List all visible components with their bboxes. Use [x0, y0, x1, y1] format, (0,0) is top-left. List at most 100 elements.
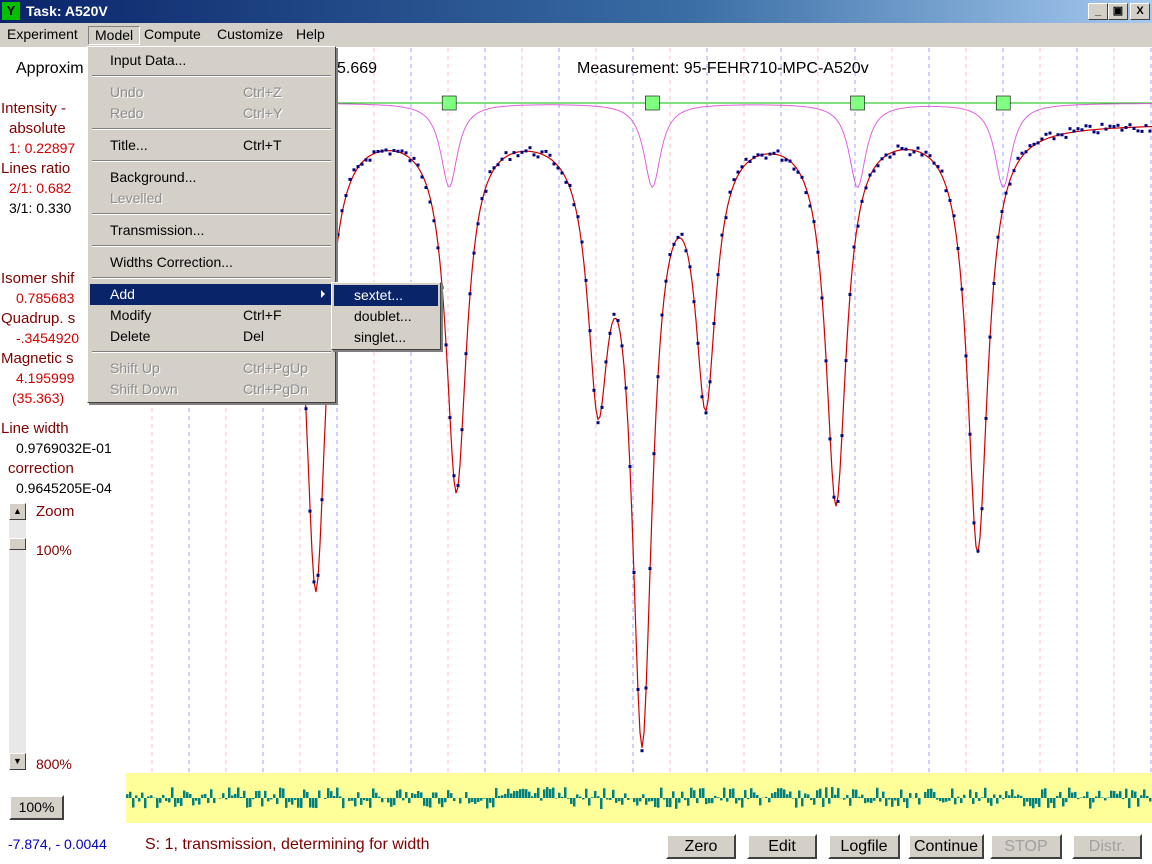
menu-widths-correction[interactable]: Widths Correction...: [90, 252, 333, 273]
menu-experiment[interactable]: Experiment: [1, 26, 84, 45]
menu-separator: [92, 213, 331, 215]
data-point: [772, 151, 776, 155]
menu-levelled[interactable]: Levelled: [90, 188, 333, 209]
correction-value[interactable]: 0.9645205E-04: [16, 480, 112, 496]
edit-button[interactable]: Edit: [747, 834, 817, 859]
ratio-3-value[interactable]: 3/1: 0.330: [9, 200, 71, 216]
zoom-up-button[interactable]: ▲: [9, 503, 26, 520]
data-point: [536, 155, 540, 159]
data-point: [452, 474, 456, 478]
menu-delete[interactable]: Delete Del: [90, 326, 333, 347]
residual-bar: [567, 798, 570, 799]
data-point: [976, 549, 980, 553]
residual-bar: [1110, 790, 1113, 798]
submenu-doublet[interactable]: doublet...: [334, 306, 438, 327]
residual-bar: [606, 798, 609, 800]
residual-bar: [1035, 798, 1038, 804]
submenu-arrow-icon: [321, 290, 325, 298]
submenu-sextet[interactable]: sextet...: [334, 285, 438, 306]
residual-bar: [798, 790, 801, 798]
residual-bar: [411, 793, 414, 798]
residual-bar: [1050, 798, 1053, 803]
residual-bar: [636, 798, 639, 806]
data-point: [816, 250, 820, 254]
quadrup-value[interactable]: -.3454920: [16, 330, 79, 346]
zoom-thumb[interactable]: [9, 538, 26, 550]
menu-undo[interactable]: Undo Ctrl+Z: [90, 82, 333, 103]
data-point: [820, 296, 824, 300]
close-button[interactable]: X: [1130, 3, 1150, 20]
data-point: [964, 354, 968, 358]
menu-help[interactable]: Help: [290, 26, 331, 45]
stop-button[interactable]: STOP: [990, 834, 1062, 859]
menu-add[interactable]: Add: [90, 284, 333, 305]
residual-bar: [993, 794, 996, 798]
data-point: [684, 249, 688, 253]
zoom-down-button[interactable]: ▼: [9, 753, 26, 770]
data-point: [1148, 129, 1152, 133]
data-point: [456, 484, 460, 487]
residual-bar: [957, 796, 960, 798]
ratio-2-value[interactable]: 2/1: 0.682: [9, 180, 71, 196]
intensity-value[interactable]: 1: 0.22897: [9, 140, 75, 156]
model-menu: Input Data... Undo Ctrl+Z Redo Ctrl+Y Titl…: [87, 46, 336, 403]
data-point: [628, 465, 632, 468]
residual-bar: [756, 794, 759, 798]
minimize-button[interactable]: _: [1088, 3, 1108, 20]
logfile-button[interactable]: Logfile: [828, 834, 900, 859]
menu-model[interactable]: Model: [88, 26, 141, 45]
zero-button[interactable]: Zero: [666, 834, 736, 859]
residual-bar: [990, 798, 993, 806]
menu-shift-up[interactable]: Shift Up Ctrl+PgUp: [90, 358, 333, 379]
data-point: [564, 180, 568, 184]
menu-redo[interactable]: Redo Ctrl+Y: [90, 103, 333, 124]
data-point: [1132, 127, 1136, 130]
residual-bar: [1134, 791, 1137, 798]
menu-transmission[interactable]: Transmission...: [90, 220, 333, 241]
residual-bar: [141, 792, 144, 798]
menu-shift-down[interactable]: Shift Down Ctrl+PgDn: [90, 379, 333, 400]
magnetic-value[interactable]: 4.195999: [16, 370, 74, 386]
menu-bar: Experiment Model Compute Customize Help: [0, 23, 1152, 47]
residual-bar: [237, 787, 240, 798]
residual-bar: [168, 798, 171, 803]
residual-bar: [165, 798, 168, 801]
residual-bar: [147, 796, 150, 798]
residual-bar: [714, 795, 717, 798]
residual-bar: [801, 798, 804, 807]
menu-title[interactable]: Title... Ctrl+T: [90, 135, 333, 156]
residual-bar: [897, 798, 900, 806]
zoom-track[interactable]: [9, 520, 26, 754]
line-width-value[interactable]: 0.9769032E-01: [16, 440, 112, 456]
data-point: [912, 150, 916, 154]
residual-bar: [1041, 789, 1044, 798]
zoom-reset-button[interactable]: 100%: [9, 795, 64, 820]
menu-modify[interactable]: Modify Ctrl+F: [90, 305, 333, 326]
lines-ratio-label: Lines ratio: [1, 160, 71, 177]
residual-bar: [981, 797, 984, 798]
distr-button[interactable]: Distr.: [1072, 834, 1142, 859]
data-point: [948, 199, 952, 202]
data-point: [1008, 182, 1012, 186]
menu-background[interactable]: Background...: [90, 167, 333, 188]
residual-bar: [846, 794, 849, 798]
data-point: [516, 154, 520, 158]
menu-customize[interactable]: Customize: [211, 26, 289, 45]
isomer-shift-value[interactable]: 0.785683: [16, 290, 74, 306]
residual-bar: [978, 798, 981, 802]
data-point: [468, 292, 472, 296]
data-point: [632, 571, 636, 574]
residual-bar: [702, 788, 705, 798]
submenu-singlet[interactable]: singlet...: [334, 327, 438, 348]
residual-bar: [222, 793, 225, 798]
correction-label: correction: [8, 460, 74, 477]
data-point: [824, 359, 828, 363]
residual-bar: [624, 793, 627, 798]
menu-compute[interactable]: Compute: [138, 26, 207, 45]
restore-button[interactable]: ▣: [1108, 3, 1128, 20]
residual-bar: [945, 798, 948, 802]
continue-button[interactable]: Continue: [908, 834, 984, 859]
menu-input-data[interactable]: Input Data...: [90, 50, 333, 71]
residual-bar: [546, 787, 549, 798]
residual-bar: [297, 798, 300, 808]
